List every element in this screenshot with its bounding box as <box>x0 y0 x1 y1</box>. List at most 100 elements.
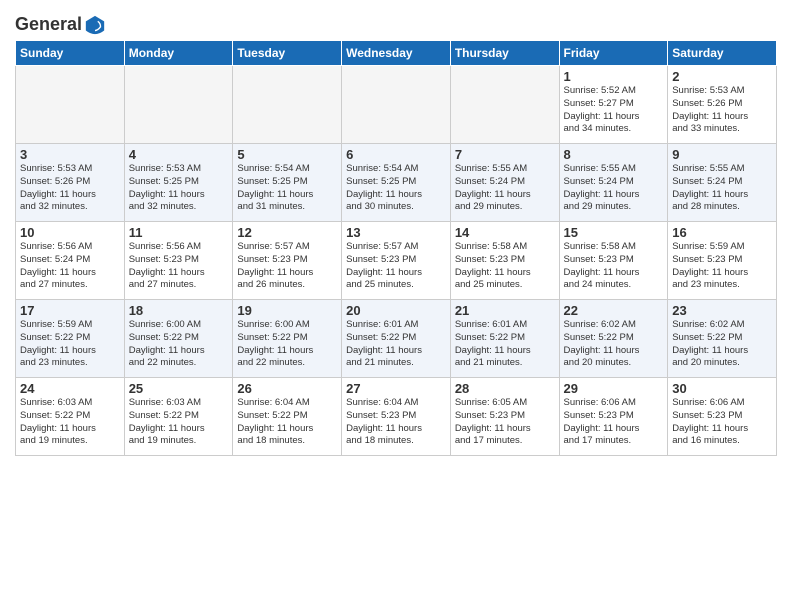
calendar-cell: 25Sunrise: 6:03 AM Sunset: 5:22 PM Dayli… <box>124 378 233 456</box>
calendar-cell: 30Sunrise: 6:06 AM Sunset: 5:23 PM Dayli… <box>668 378 777 456</box>
calendar-cell <box>124 66 233 144</box>
calendar-cell: 10Sunrise: 5:56 AM Sunset: 5:24 PM Dayli… <box>16 222 125 300</box>
day-number: 6 <box>346 147 446 162</box>
day-info: Sunrise: 5:54 AM Sunset: 5:25 PM Dayligh… <box>237 163 337 214</box>
calendar-cell <box>16 66 125 144</box>
calendar-cell: 29Sunrise: 6:06 AM Sunset: 5:23 PM Dayli… <box>559 378 668 456</box>
day-number: 20 <box>346 303 446 318</box>
day-number: 24 <box>20 381 120 396</box>
day-number: 17 <box>20 303 120 318</box>
day-number: 26 <box>237 381 337 396</box>
calendar-cell: 17Sunrise: 5:59 AM Sunset: 5:22 PM Dayli… <box>16 300 125 378</box>
calendar-cell <box>233 66 342 144</box>
day-header-wednesday: Wednesday <box>342 41 451 66</box>
day-info: Sunrise: 5:59 AM Sunset: 5:22 PM Dayligh… <box>20 319 120 370</box>
day-info: Sunrise: 6:03 AM Sunset: 5:22 PM Dayligh… <box>20 397 120 448</box>
day-header-saturday: Saturday <box>668 41 777 66</box>
logo-text-general: General <box>15 15 82 35</box>
day-info: Sunrise: 5:55 AM Sunset: 5:24 PM Dayligh… <box>672 163 772 214</box>
day-number: 28 <box>455 381 555 396</box>
day-header-friday: Friday <box>559 41 668 66</box>
day-number: 7 <box>455 147 555 162</box>
calendar-cell: 14Sunrise: 5:58 AM Sunset: 5:23 PM Dayli… <box>450 222 559 300</box>
calendar-cell: 5Sunrise: 5:54 AM Sunset: 5:25 PM Daylig… <box>233 144 342 222</box>
calendar-cell: 15Sunrise: 5:58 AM Sunset: 5:23 PM Dayli… <box>559 222 668 300</box>
day-number: 11 <box>129 225 229 240</box>
day-header-sunday: Sunday <box>16 41 125 66</box>
calendar-cell: 23Sunrise: 6:02 AM Sunset: 5:22 PM Dayli… <box>668 300 777 378</box>
day-info: Sunrise: 5:53 AM Sunset: 5:26 PM Dayligh… <box>20 163 120 214</box>
calendar-header-row: SundayMondayTuesdayWednesdayThursdayFrid… <box>16 41 777 66</box>
day-info: Sunrise: 6:06 AM Sunset: 5:23 PM Dayligh… <box>564 397 664 448</box>
calendar-cell: 12Sunrise: 5:57 AM Sunset: 5:23 PM Dayli… <box>233 222 342 300</box>
day-number: 5 <box>237 147 337 162</box>
calendar-cell: 13Sunrise: 5:57 AM Sunset: 5:23 PM Dayli… <box>342 222 451 300</box>
calendar-cell: 22Sunrise: 6:02 AM Sunset: 5:22 PM Dayli… <box>559 300 668 378</box>
logo: General <box>15 14 106 36</box>
day-number: 18 <box>129 303 229 318</box>
day-info: Sunrise: 5:56 AM Sunset: 5:24 PM Dayligh… <box>20 241 120 292</box>
calendar-cell: 27Sunrise: 6:04 AM Sunset: 5:23 PM Dayli… <box>342 378 451 456</box>
day-info: Sunrise: 5:58 AM Sunset: 5:23 PM Dayligh… <box>455 241 555 292</box>
day-info: Sunrise: 6:01 AM Sunset: 5:22 PM Dayligh… <box>455 319 555 370</box>
day-info: Sunrise: 5:55 AM Sunset: 5:24 PM Dayligh… <box>455 163 555 214</box>
day-info: Sunrise: 5:58 AM Sunset: 5:23 PM Dayligh… <box>564 241 664 292</box>
day-number: 22 <box>564 303 664 318</box>
day-number: 9 <box>672 147 772 162</box>
day-number: 8 <box>564 147 664 162</box>
calendar-week-row: 10Sunrise: 5:56 AM Sunset: 5:24 PM Dayli… <box>16 222 777 300</box>
day-info: Sunrise: 5:57 AM Sunset: 5:23 PM Dayligh… <box>346 241 446 292</box>
day-info: Sunrise: 6:00 AM Sunset: 5:22 PM Dayligh… <box>129 319 229 370</box>
calendar-cell: 18Sunrise: 6:00 AM Sunset: 5:22 PM Dayli… <box>124 300 233 378</box>
calendar-table: SundayMondayTuesdayWednesdayThursdayFrid… <box>15 40 777 456</box>
day-info: Sunrise: 5:54 AM Sunset: 5:25 PM Dayligh… <box>346 163 446 214</box>
calendar-cell: 9Sunrise: 5:55 AM Sunset: 5:24 PM Daylig… <box>668 144 777 222</box>
header: General <box>15 10 777 36</box>
day-number: 19 <box>237 303 337 318</box>
calendar-cell: 26Sunrise: 6:04 AM Sunset: 5:22 PM Dayli… <box>233 378 342 456</box>
day-info: Sunrise: 6:06 AM Sunset: 5:23 PM Dayligh… <box>672 397 772 448</box>
calendar-cell: 7Sunrise: 5:55 AM Sunset: 5:24 PM Daylig… <box>450 144 559 222</box>
day-number: 13 <box>346 225 446 240</box>
day-info: Sunrise: 6:04 AM Sunset: 5:23 PM Dayligh… <box>346 397 446 448</box>
calendar-cell: 2Sunrise: 5:53 AM Sunset: 5:26 PM Daylig… <box>668 66 777 144</box>
day-number: 1 <box>564 69 664 84</box>
calendar-week-row: 17Sunrise: 5:59 AM Sunset: 5:22 PM Dayli… <box>16 300 777 378</box>
calendar-cell: 4Sunrise: 5:53 AM Sunset: 5:25 PM Daylig… <box>124 144 233 222</box>
calendar-week-row: 24Sunrise: 6:03 AM Sunset: 5:22 PM Dayli… <box>16 378 777 456</box>
day-number: 27 <box>346 381 446 396</box>
day-header-monday: Monday <box>124 41 233 66</box>
calendar-cell: 20Sunrise: 6:01 AM Sunset: 5:22 PM Dayli… <box>342 300 451 378</box>
calendar-cell: 3Sunrise: 5:53 AM Sunset: 5:26 PM Daylig… <box>16 144 125 222</box>
day-info: Sunrise: 6:01 AM Sunset: 5:22 PM Dayligh… <box>346 319 446 370</box>
logo-icon <box>84 14 106 36</box>
day-info: Sunrise: 6:02 AM Sunset: 5:22 PM Dayligh… <box>564 319 664 370</box>
calendar-cell <box>450 66 559 144</box>
day-number: 21 <box>455 303 555 318</box>
day-info: Sunrise: 6:00 AM Sunset: 5:22 PM Dayligh… <box>237 319 337 370</box>
calendar-cell: 16Sunrise: 5:59 AM Sunset: 5:23 PM Dayli… <box>668 222 777 300</box>
calendar-cell: 1Sunrise: 5:52 AM Sunset: 5:27 PM Daylig… <box>559 66 668 144</box>
day-info: Sunrise: 6:03 AM Sunset: 5:22 PM Dayligh… <box>129 397 229 448</box>
calendar-week-row: 3Sunrise: 5:53 AM Sunset: 5:26 PM Daylig… <box>16 144 777 222</box>
page-container: General SundayMondayTuesdayWednesdayThur… <box>0 0 792 461</box>
day-number: 14 <box>455 225 555 240</box>
calendar-cell: 6Sunrise: 5:54 AM Sunset: 5:25 PM Daylig… <box>342 144 451 222</box>
day-header-thursday: Thursday <box>450 41 559 66</box>
day-number: 16 <box>672 225 772 240</box>
calendar-cell <box>342 66 451 144</box>
day-info: Sunrise: 5:53 AM Sunset: 5:26 PM Dayligh… <box>672 85 772 136</box>
day-info: Sunrise: 6:02 AM Sunset: 5:22 PM Dayligh… <box>672 319 772 370</box>
day-number: 29 <box>564 381 664 396</box>
day-number: 25 <box>129 381 229 396</box>
day-number: 15 <box>564 225 664 240</box>
day-number: 10 <box>20 225 120 240</box>
calendar-cell: 28Sunrise: 6:05 AM Sunset: 5:23 PM Dayli… <box>450 378 559 456</box>
day-info: Sunrise: 5:52 AM Sunset: 5:27 PM Dayligh… <box>564 85 664 136</box>
calendar-week-row: 1Sunrise: 5:52 AM Sunset: 5:27 PM Daylig… <box>16 66 777 144</box>
calendar-cell: 19Sunrise: 6:00 AM Sunset: 5:22 PM Dayli… <box>233 300 342 378</box>
calendar-cell: 8Sunrise: 5:55 AM Sunset: 5:24 PM Daylig… <box>559 144 668 222</box>
day-info: Sunrise: 5:56 AM Sunset: 5:23 PM Dayligh… <box>129 241 229 292</box>
day-info: Sunrise: 5:53 AM Sunset: 5:25 PM Dayligh… <box>129 163 229 214</box>
day-number: 4 <box>129 147 229 162</box>
